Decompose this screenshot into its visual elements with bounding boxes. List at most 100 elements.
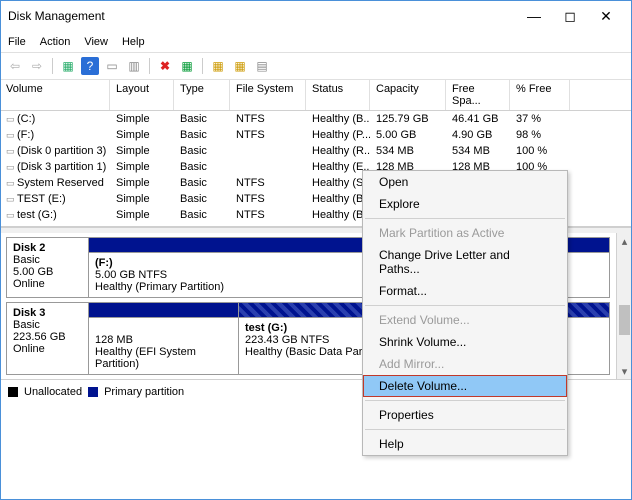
toolbar-icon-9[interactable]: ▤ — [253, 57, 271, 75]
menu-separator — [365, 218, 565, 219]
cell-layout: Simple — [110, 191, 174, 207]
menu-view[interactable]: View — [84, 36, 108, 48]
col-status[interactable]: Status — [306, 80, 370, 110]
forward-icon[interactable]: ⇨ — [28, 57, 46, 75]
menu-separator — [365, 429, 565, 430]
delete-icon[interactable]: ✖ — [156, 57, 174, 75]
table-row[interactable]: (C:)SimpleBasicNTFSHealthy (B...125.79 G… — [0, 111, 632, 127]
disk3-p1-line2: 128 MB — [95, 334, 232, 346]
legend-primary: Primary partition — [104, 386, 184, 398]
maximize-button[interactable]: ◻ — [552, 6, 588, 26]
menu-item-mark-partition-as-active: Mark Partition as Active — [363, 222, 567, 244]
menu-item-delete-volume[interactable]: Delete Volume... — [363, 375, 567, 397]
help-icon[interactable]: ? — [81, 57, 99, 75]
toolbar-icon-4[interactable]: ▥ — [125, 57, 143, 75]
scroll-up-icon[interactable]: ▴ — [617, 233, 632, 249]
cell-status: Healthy (S... — [306, 175, 370, 191]
cell-status: Healthy (B... — [306, 191, 370, 207]
menu-item-change-drive-letter-and-paths[interactable]: Change Drive Letter and Paths... — [363, 244, 567, 280]
disk3-type: Basic — [13, 319, 82, 331]
disk3-size: 223.56 GB — [13, 331, 82, 343]
menu-separator — [365, 400, 565, 401]
col-layout[interactable]: Layout — [110, 80, 174, 110]
cell-type: Basic — [174, 207, 230, 223]
cell-layout: Simple — [110, 143, 174, 159]
legend-unallocated: Unallocated — [24, 386, 82, 398]
scroll-down-icon[interactable]: ▾ — [617, 363, 632, 379]
cell-free: 534 MB — [446, 143, 510, 159]
menu-item-add-mirror: Add Mirror... — [363, 353, 567, 375]
table-row[interactable]: (F:)SimpleBasicNTFSHealthy (P...5.00 GB4… — [0, 127, 632, 143]
cell-layout: Simple — [110, 159, 174, 175]
col-type[interactable]: Type — [174, 80, 230, 110]
cell-type: Basic — [174, 159, 230, 175]
cell-fs — [230, 143, 306, 159]
cell-status: Healthy (R... — [306, 143, 370, 159]
cell-type: Basic — [174, 143, 230, 159]
cell-free: 4.90 GB — [446, 127, 510, 143]
cell-fs: NTFS — [230, 127, 306, 143]
menu-item-extend-volume: Extend Volume... — [363, 309, 567, 331]
toolbar-icon-6[interactable]: ▦ — [178, 57, 196, 75]
disk3-p1-bar[interactable] — [89, 303, 238, 317]
titlebar: Disk Management — ◻ ✕ — [0, 0, 632, 32]
cell-capacity: 125.79 GB — [370, 111, 446, 127]
toolbar: ⇦ ⇨ ▦ ? ▭ ▥ ✖ ▦ ▦ ▦ ▤ — [0, 52, 632, 80]
cell-type: Basic — [174, 191, 230, 207]
col-capacity[interactable]: Capacity — [370, 80, 446, 110]
scroll-thumb[interactable] — [619, 305, 630, 335]
menu-action[interactable]: Action — [40, 36, 71, 48]
window-title: Disk Management — [8, 9, 516, 23]
cell-status: Healthy (B... — [306, 111, 370, 127]
cell-capacity: 5.00 GB — [370, 127, 446, 143]
menu-item-format[interactable]: Format... — [363, 280, 567, 302]
toolbar-icon-8[interactable]: ▦ — [231, 57, 249, 75]
cell-pct: 98 % — [510, 127, 570, 143]
toolbar-icon-7[interactable]: ▦ — [209, 57, 227, 75]
col-filesystem[interactable]: File System — [230, 80, 306, 110]
cell-pct: 100 % — [510, 143, 570, 159]
col-volume[interactable]: Volume — [0, 80, 110, 110]
disk2-state: Online — [13, 278, 82, 290]
back-icon[interactable]: ⇦ — [6, 57, 24, 75]
menu-file[interactable]: File — [8, 36, 26, 48]
cell-layout: Simple — [110, 111, 174, 127]
cell-fs: NTFS — [230, 207, 306, 223]
cell-type: Basic — [174, 175, 230, 191]
cell-fs: NTFS — [230, 191, 306, 207]
cell-status: Healthy (E... — [306, 159, 370, 175]
cell-name: test (G:) — [0, 207, 110, 223]
menu-help[interactable]: Help — [122, 36, 145, 48]
cell-name: (F:) — [0, 127, 110, 143]
swatch-primary — [88, 387, 98, 397]
cell-name: (C:) — [0, 111, 110, 127]
disk2-title: Disk 2 — [13, 242, 82, 254]
col-free[interactable]: Free Spa... — [446, 80, 510, 110]
menu-separator — [365, 305, 565, 306]
cell-name: (Disk 0 partition 3) — [0, 143, 110, 159]
cell-type: Basic — [174, 111, 230, 127]
toolbar-icon-3[interactable]: ▭ — [103, 57, 121, 75]
cell-name: System Reserved — [0, 175, 110, 191]
menu-item-open[interactable]: Open — [363, 171, 567, 193]
col-pctfree[interactable]: % Free — [510, 80, 570, 110]
cell-status: Healthy (B... — [306, 207, 370, 223]
menu-item-properties[interactable]: Properties — [363, 404, 567, 426]
vertical-scrollbar[interactable]: ▴ ▾ — [616, 233, 632, 379]
cell-name: TEST (E:) — [0, 191, 110, 207]
menu-item-explore[interactable]: Explore — [363, 193, 567, 215]
menu-item-shrink-volume[interactable]: Shrink Volume... — [363, 331, 567, 353]
disk2-size: 5.00 GB — [13, 266, 82, 278]
minimize-button[interactable]: — — [516, 6, 552, 26]
close-button[interactable]: ✕ — [588, 6, 624, 26]
cell-layout: Simple — [110, 207, 174, 223]
cell-capacity: 534 MB — [370, 143, 446, 159]
disk3-title: Disk 3 — [13, 307, 82, 319]
menubar: File Action View Help — [0, 32, 632, 52]
cell-fs: NTFS — [230, 175, 306, 191]
cell-layout: Simple — [110, 127, 174, 143]
table-row[interactable]: (Disk 0 partition 3)SimpleBasic Healthy (… — [0, 143, 632, 159]
menu-item-help[interactable]: Help — [363, 433, 567, 455]
toolbar-icon-1[interactable]: ▦ — [59, 57, 77, 75]
grid-header: Volume Layout Type File System Status Ca… — [0, 80, 632, 111]
